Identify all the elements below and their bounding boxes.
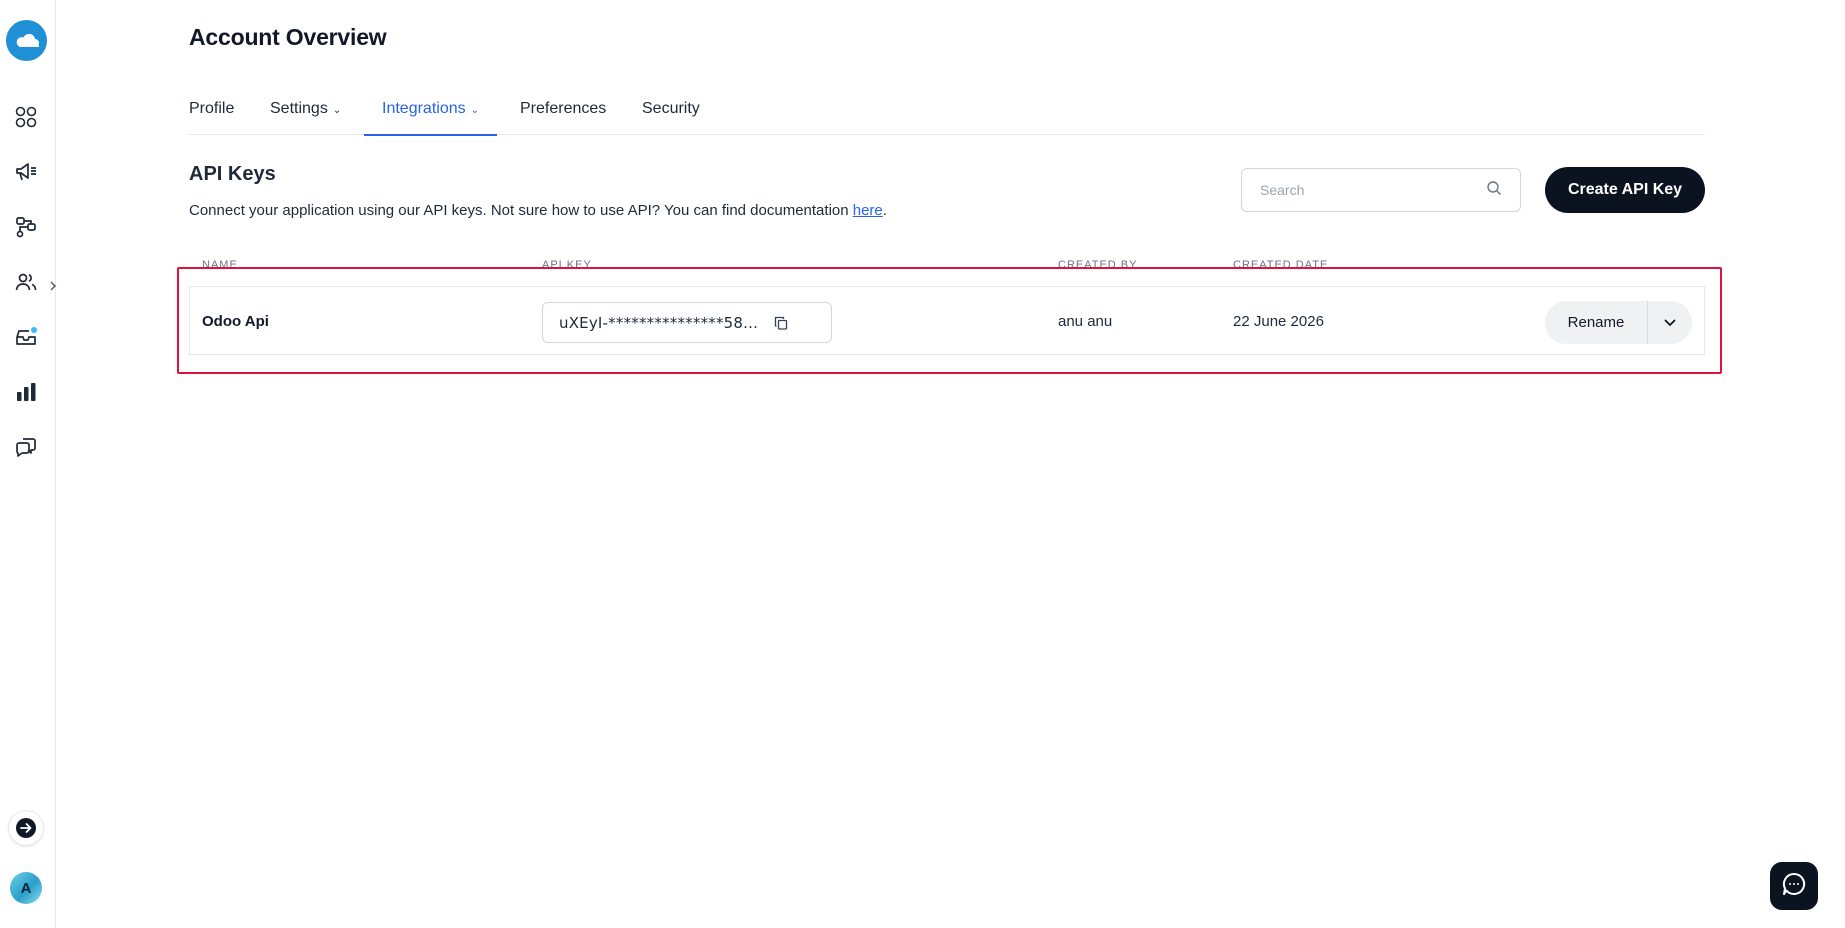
tab-label: Security bbox=[642, 100, 700, 117]
go-arrow-icon[interactable] bbox=[9, 811, 43, 845]
inbox-icon[interactable] bbox=[13, 324, 39, 350]
dashboard-grid-icon[interactable] bbox=[13, 104, 39, 130]
tab-label: Integrations bbox=[382, 100, 466, 117]
tab-bar: Profile Settings ⌄ Integrations ⌄ Preferen… bbox=[189, 93, 1705, 136]
documentation-link[interactable]: here bbox=[853, 202, 883, 219]
analytics-bar-chart-icon[interactable] bbox=[13, 379, 39, 405]
sidebar: A bbox=[0, 0, 56, 928]
megaphone-campaigns-icon[interactable] bbox=[13, 159, 39, 185]
chat-bubble-icon bbox=[1781, 871, 1807, 902]
chevron-down-icon: ⌄ bbox=[470, 105, 479, 116]
search-icon[interactable] bbox=[1486, 180, 1502, 201]
create-api-key-button[interactable]: Create API Key bbox=[1545, 167, 1705, 213]
tab-security[interactable]: Security bbox=[642, 93, 700, 135]
tab-preferences[interactable]: Preferences bbox=[520, 93, 606, 135]
description-text: Connect your application using our API k… bbox=[189, 202, 853, 219]
avatar[interactable]: A bbox=[10, 872, 42, 904]
tab-label: Profile bbox=[189, 100, 235, 117]
tab-label: Settings bbox=[270, 100, 328, 117]
section-description: Connect your application using our API k… bbox=[189, 202, 887, 219]
tab-label: Preferences bbox=[520, 100, 607, 117]
highlight-annotation bbox=[177, 267, 1722, 374]
conversations-icon[interactable] bbox=[13, 434, 39, 460]
tab-settings[interactable]: Settings ⌄ bbox=[270, 93, 341, 135]
cloud-logo-icon[interactable] bbox=[6, 20, 47, 61]
page-title: Account Overview bbox=[189, 24, 387, 50]
tab-profile[interactable]: Profile bbox=[189, 93, 234, 135]
search-input[interactable] bbox=[1260, 182, 1486, 198]
description-suffix: . bbox=[882, 202, 887, 219]
search-box bbox=[1241, 168, 1521, 212]
chevron-right-icon[interactable] bbox=[46, 276, 60, 296]
automation-flow-icon[interactable] bbox=[13, 214, 39, 240]
chevron-down-icon: ⌄ bbox=[332, 105, 342, 116]
tab-integrations[interactable]: Integrations ⌄ bbox=[364, 93, 497, 136]
chat-support-button[interactable] bbox=[1770, 862, 1818, 910]
section-title: API Keys bbox=[189, 163, 276, 185]
contacts-users-icon[interactable] bbox=[13, 269, 39, 295]
